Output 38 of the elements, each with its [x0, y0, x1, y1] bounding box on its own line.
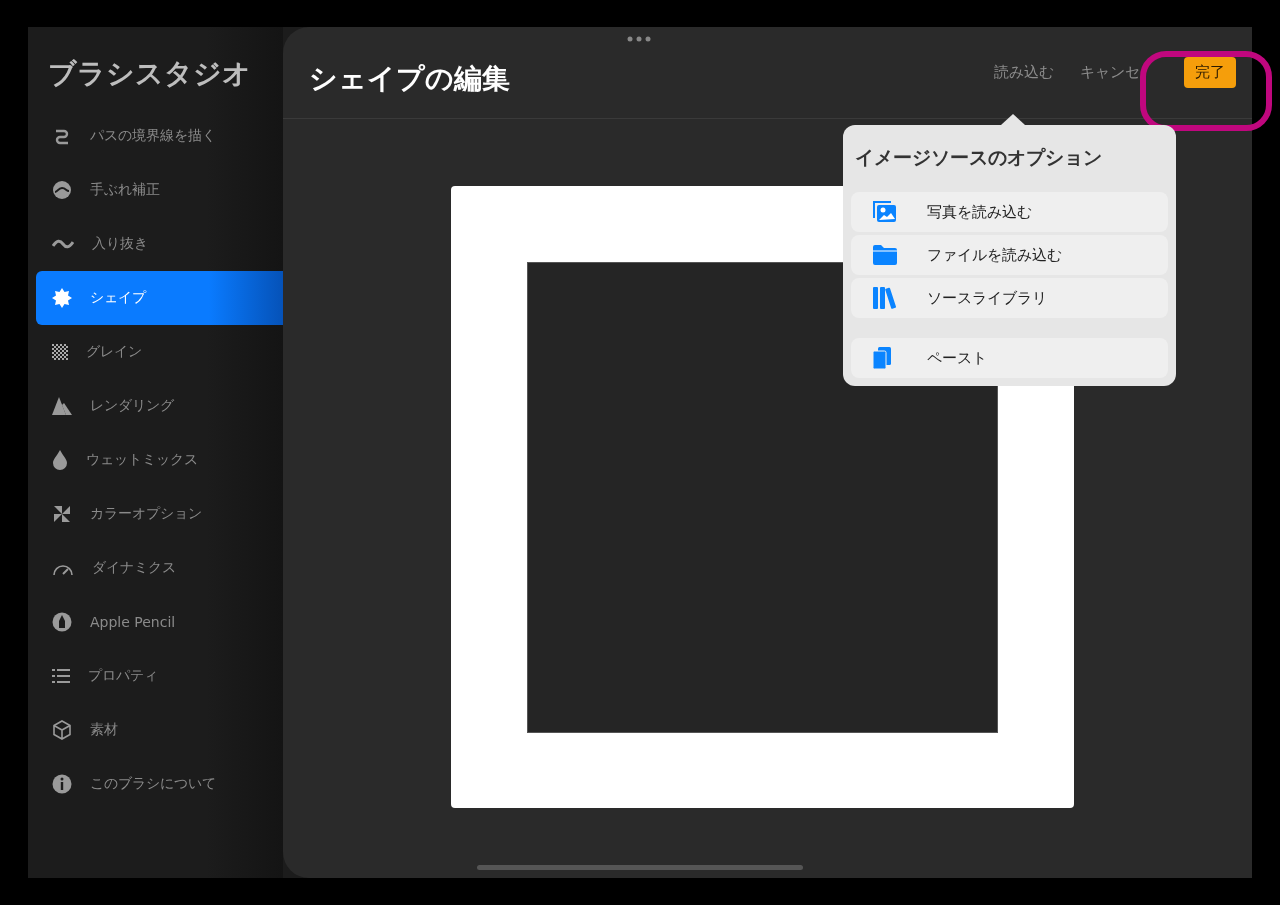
menu-item[interactable]: 写真を読み込む [851, 192, 1168, 232]
photos-icon [873, 201, 899, 223]
sidebar-item[interactable]: Apple Pencil [36, 595, 283, 649]
sidebar-item[interactable]: ウェットミックス [36, 433, 283, 487]
menu-item[interactable]: ファイルを読み込む [851, 235, 1168, 275]
sidebar-item[interactable]: 手ぶれ補正 [36, 163, 283, 217]
books-icon [873, 287, 899, 309]
pencil-icon [52, 612, 72, 632]
sidebar-item[interactable]: グレイン [36, 325, 283, 379]
more-icon[interactable] [627, 36, 651, 42]
star-icon [52, 288, 72, 308]
sidebar-item[interactable]: レンダリング [36, 379, 283, 433]
list-icon [52, 669, 70, 683]
sidebar-item[interactable]: 素材 [36, 703, 283, 757]
sidebar-item[interactable]: パスの境界線を描く [36, 109, 283, 163]
sidebar-item[interactable]: このブラシについて [36, 757, 283, 811]
wave-icon [52, 237, 74, 251]
header-link[interactable]: 読み込む [994, 63, 1054, 82]
drop-icon [52, 450, 68, 470]
sidebar-item[interactable]: 入り抜き [36, 217, 283, 271]
done-button[interactable]: 完了 [1184, 57, 1236, 88]
header-link[interactable]: キャンセ [1080, 63, 1140, 82]
sidebar-item[interactable]: ダイナミクス [36, 541, 283, 595]
menu-item[interactable]: ペースト [851, 338, 1168, 378]
cube-icon [52, 720, 72, 740]
sidebar-item[interactable]: カラーオプション [36, 487, 283, 541]
stabilizer-icon [52, 180, 72, 200]
pinwheel-icon [52, 504, 72, 524]
folder-icon [873, 245, 899, 265]
editor-title: シェイプの編集 [309, 60, 511, 97]
sidebar-title: ブラシスタジオ [47, 56, 252, 92]
popover-title: イメージソースのオプション [854, 145, 1103, 170]
menu-item[interactable]: ソースライブラリ [851, 278, 1168, 318]
triangles-icon [52, 397, 72, 415]
sidebar-item[interactable]: プロパティ [36, 649, 283, 703]
checker-icon [52, 344, 68, 360]
sidebar-item[interactable]: シェイプ [36, 271, 283, 325]
info-icon [52, 774, 72, 794]
